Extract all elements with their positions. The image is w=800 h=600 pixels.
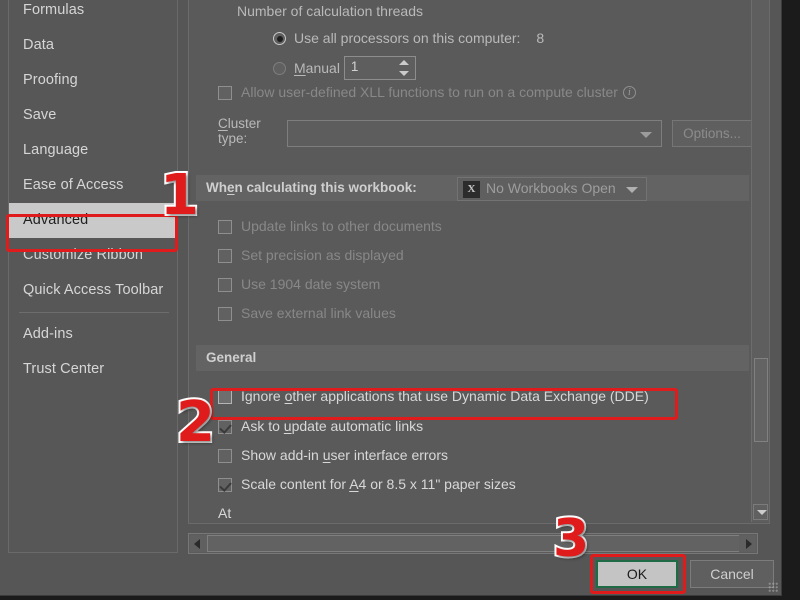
ask-update-automatic-links-row[interactable]: Ask to update automatic links <box>218 418 423 434</box>
cluster-type-label-line1-rest: luster <box>227 116 261 131</box>
manual-threads-row[interactable]: MManualanual 1 <box>273 56 416 80</box>
show-addin-errors-checkbox[interactable] <box>218 449 232 463</box>
save-external-link-values-checkbox[interactable] <box>218 307 232 321</box>
at-startup-label: At <box>218 505 232 521</box>
sidebar-item-label: Advanced <box>23 212 89 228</box>
sidebar-item-label: Customize Ribbon <box>23 247 144 263</box>
workbook-selector-value: No Workbooks Open <box>486 180 616 196</box>
date-system-1904-checkbox[interactable] <box>218 278 232 292</box>
sidebar-item-label: Quick Access Toolbar <box>23 282 164 298</box>
sidebar-item-proofing[interactable]: Proofing <box>9 63 177 98</box>
stepper-arrows[interactable] <box>398 59 410 77</box>
general-section-header: General <box>196 345 749 371</box>
workbook-selector-combobox[interactable]: X No Workbooks Open <box>457 177 647 201</box>
cluster-options-button[interactable]: Options... <box>672 120 752 147</box>
allow-xll-checkbox[interactable] <box>218 86 232 100</box>
scroll-down-button[interactable] <box>753 504 768 520</box>
save-external-link-values-row[interactable]: Save external link values <box>218 305 396 321</box>
when-calculating-workbook-title: When calculating this workbook: <box>206 180 417 195</box>
info-circle-icon: i <box>622 86 636 99</box>
stepper-up-icon[interactable] <box>398 60 409 65</box>
sidebar-item-customize-ribbon[interactable]: Customize Ribbon <box>9 238 177 273</box>
chevron-down-icon[interactable] <box>626 187 638 193</box>
triangle-down-icon <box>757 510 767 515</box>
stepper-down-icon[interactable] <box>398 71 409 76</box>
cancel-button[interactable]: Cancel <box>690 560 774 588</box>
sidebar-item-quick-access-toolbar[interactable]: Quick Access Toolbar <box>9 273 177 308</box>
advanced-panel-vertical-scrollbar[interactable] <box>751 0 769 522</box>
sidebar-item-advanced[interactable]: Advanced <box>9 203 177 238</box>
allow-xll-label: Allow user-defined XLL functions to run … <box>241 84 618 100</box>
calculation-threads-label: Number of calculation threads <box>237 3 423 19</box>
excel-options-dialog: Formulas Data Proofing Save Language Eas… <box>0 0 782 596</box>
options-category-list[interactable]: Formulas Data Proofing Save Language Eas… <box>8 0 178 553</box>
resize-grip-icon[interactable] <box>768 582 778 592</box>
set-precision-checkbox[interactable] <box>218 249 232 263</box>
scale-content-label: Scale content for A4 or 8.5 x 11" paper … <box>241 476 516 492</box>
cluster-type-combobox[interactable] <box>287 120 662 147</box>
sidebar-item-label: Data <box>23 37 55 53</box>
set-precision-label: Set precision as displayed <box>241 247 404 263</box>
cluster-type-label-line2: type: <box>218 131 248 146</box>
show-addin-errors-label: Show add-in user interface errors <box>241 447 448 463</box>
update-links-row[interactable]: Update links to other documents <box>218 218 442 234</box>
scroll-right-button[interactable] <box>739 535 756 552</box>
screen-root: Formulas Data Proofing Save Language Eas… <box>0 0 800 600</box>
sidebar-item-trust-center[interactable]: Trust Center <box>9 352 177 387</box>
sidebar-item-ease-of-access[interactable]: Ease of Access <box>9 168 177 203</box>
sidebar-item-label: Language <box>23 142 89 158</box>
save-external-link-values-label: Save external link values <box>241 305 396 321</box>
date-system-1904-label: Use 1904 date system <box>241 276 381 292</box>
cluster-type-label: Cluster type: <box>218 116 261 146</box>
ignore-dde-checkbox[interactable] <box>218 390 232 404</box>
use-all-processors-radio[interactable] <box>273 32 286 45</box>
sidebar-item-label: Trust Center <box>23 361 105 377</box>
ok-button[interactable]: OK <box>596 560 678 588</box>
sidebar-item-label: Add-ins <box>23 326 73 342</box>
triangle-right-icon <box>746 539 752 549</box>
horizontal-scrollbar-thumb[interactable] <box>207 535 740 552</box>
advanced-panel-horizontal-scrollbar[interactable] <box>188 533 758 554</box>
manual-threads-value: 1 <box>350 59 359 74</box>
chevron-down-icon[interactable] <box>640 131 652 138</box>
sidebar-item-data[interactable]: Data <box>9 28 177 63</box>
scale-content-checkbox[interactable] <box>218 478 232 492</box>
use-all-processors-label: Use all processors on this computer: <box>294 30 521 46</box>
triangle-left-icon <box>194 539 200 549</box>
manual-threads-stepper[interactable]: 1 <box>343 56 416 80</box>
sidebar-item-label: Proofing <box>23 72 78 88</box>
update-links-label: Update links to other documents <box>241 218 442 234</box>
sidebar-item-language[interactable]: Language <box>9 133 177 168</box>
ignore-dde-label: Ignore other applications that use Dynam… <box>241 388 649 404</box>
ask-update-automatic-links-checkbox[interactable] <box>218 420 232 434</box>
sidebar-item-save[interactable]: Save <box>9 98 177 133</box>
sidebar-item-formulas[interactable]: Formulas <box>9 0 177 28</box>
ask-update-automatic-links-label: Ask to update automatic links <box>241 418 424 434</box>
set-precision-row[interactable]: Set precision as displayed <box>218 247 404 263</box>
use-all-processors-row[interactable]: Use all processors on this computer: 8 <box>273 30 544 46</box>
sidebar-item-add-ins[interactable]: Add-ins <box>9 317 177 352</box>
show-addin-errors-row[interactable]: Show add-in user interface errors <box>218 447 448 463</box>
allow-xll-row[interactable]: Allow user-defined XLL functions to run … <box>218 84 636 100</box>
vertical-scrollbar-thumb[interactable] <box>754 358 768 442</box>
scale-content-row[interactable]: Scale content for A4 or 8.5 x 11" paper … <box>218 476 516 492</box>
sidebar-item-label: Formulas <box>23 2 85 18</box>
manual-threads-label: MManualanual <box>294 60 340 76</box>
sidebar-item-label: Save <box>23 107 57 123</box>
excel-file-icon: X <box>463 181 480 198</box>
advanced-options-panel: Number of calculation threads Use all pr… <box>188 0 770 524</box>
scroll-left-button[interactable] <box>190 535 207 552</box>
date-system-1904-row[interactable]: Use 1904 date system <box>218 276 380 292</box>
sidebar-divider <box>19 312 169 313</box>
sidebar-item-label: Ease of Access <box>23 177 124 193</box>
processor-count-value: 8 <box>536 30 545 46</box>
update-links-checkbox[interactable] <box>218 220 232 234</box>
manual-threads-radio[interactable] <box>273 62 286 75</box>
ignore-dde-row[interactable]: Ignore other applications that use Dynam… <box>218 388 649 404</box>
